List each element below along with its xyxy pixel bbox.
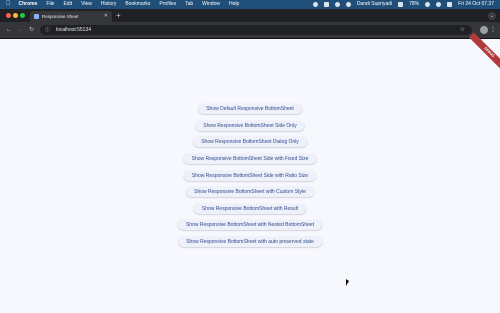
debug-banner: DEBUG bbox=[468, 32, 500, 73]
menu-tab[interactable]: Tab bbox=[185, 0, 193, 9]
show-side-only-button[interactable]: Show Responsive BottomSheet Side Only bbox=[195, 121, 305, 131]
headphones-icon[interactable] bbox=[334, 2, 340, 7]
bookmark-star-icon[interactable]: ☆ bbox=[460, 25, 465, 35]
tab-favicon-icon bbox=[34, 14, 39, 19]
menu-bookmarks[interactable]: Bookmarks bbox=[125, 0, 150, 9]
browser-tab-active[interactable]: Responsive Sheet ✕ bbox=[30, 11, 112, 22]
menu-help[interactable]: Help bbox=[229, 0, 239, 9]
tab-close-icon[interactable]: ✕ bbox=[104, 11, 108, 22]
show-auto-preserved-state-button[interactable]: Show Responsive BottomSheet with auto pr… bbox=[178, 237, 322, 247]
browser-toolbar: ← → ↻ ⓘ localhost:55134 ☆ ⋮ bbox=[0, 22, 500, 39]
menu-window[interactable]: Window bbox=[202, 0, 220, 9]
profile-avatar-icon[interactable] bbox=[480, 26, 488, 34]
new-tab-icon[interactable]: + bbox=[116, 10, 121, 22]
show-dialog-only-button[interactable]: Show Responsive BottomSheet Dialog Only bbox=[193, 137, 307, 147]
menu-edit[interactable]: Edit bbox=[63, 0, 72, 9]
menu-view[interactable]: View bbox=[81, 0, 92, 9]
menu-profiles[interactable]: Profiles bbox=[159, 0, 176, 9]
apple-menu-icon[interactable]:  bbox=[6, 0, 11, 9]
show-nested-bottomsheet-button[interactable]: Show Responsive BottomSheet with Nested … bbox=[177, 220, 323, 230]
search-icon[interactable] bbox=[436, 2, 442, 7]
menubar-datetime[interactable]: Fri 24 Oct 07.37 bbox=[458, 0, 494, 9]
window-close-button[interactable] bbox=[6, 13, 11, 18]
menu-history[interactable]: History bbox=[101, 0, 117, 9]
show-custom-style-button[interactable]: Show Responsive BottomSheet with Custom … bbox=[186, 187, 314, 197]
show-default-bottomsheet-button[interactable]: Show Default Responsive BottomSheet bbox=[198, 104, 302, 114]
page-content: DEBUG Show Default Responsive BottomShee… bbox=[0, 32, 500, 313]
site-info-icon[interactable]: ⓘ bbox=[45, 25, 50, 35]
mouse-cursor-icon bbox=[346, 279, 349, 286]
browser-menu-icon[interactable]: ⋮ bbox=[490, 22, 496, 38]
battery-percent: 78% bbox=[409, 1, 420, 7]
menu-app-name[interactable]: Chrome bbox=[19, 0, 38, 9]
macos-menu-bar:  Chrome File Edit View History Bookmark… bbox=[0, 0, 500, 9]
show-with-result-button[interactable]: Show Responsive BottomSheet with Result bbox=[193, 204, 307, 214]
control-center-icon[interactable] bbox=[447, 2, 453, 7]
tab-title: Responsive Sheet bbox=[42, 14, 79, 19]
browser-tab-strip: Responsive Sheet ✕ + ⌄ bbox=[0, 9, 500, 22]
tab-search-icon[interactable]: ⌄ bbox=[488, 12, 496, 20]
window-minimize-button[interactable] bbox=[13, 13, 18, 18]
show-side-fixed-size-button[interactable]: Show Responsive BottomSheet Side with Fi… bbox=[183, 154, 317, 164]
record-icon[interactable] bbox=[312, 2, 318, 7]
address-bar[interactable]: ⓘ localhost:55134 ☆ bbox=[40, 25, 472, 35]
show-side-ratio-size-button[interactable]: Show Responsive BottomSheet Side with Ra… bbox=[183, 171, 317, 181]
forward-arrow-icon[interactable]: → bbox=[17, 22, 23, 38]
address-url[interactable]: localhost:55134 bbox=[56, 25, 91, 35]
menubar-user-name[interactable]: Dandi Supriyadi bbox=[357, 0, 392, 9]
menu-file[interactable]: File bbox=[46, 0, 54, 9]
wifi-icon[interactable] bbox=[425, 2, 431, 7]
menubar-status-area: Dandi Supriyadi 78% Fri 24 Oct 07.37 bbox=[307, 0, 494, 9]
battery-icon[interactable] bbox=[398, 2, 404, 7]
window-zoom-button[interactable] bbox=[20, 13, 25, 18]
reload-icon[interactable]: ↻ bbox=[29, 22, 34, 38]
back-arrow-icon[interactable]: ← bbox=[6, 22, 12, 38]
keyboard-icon[interactable] bbox=[323, 2, 329, 7]
user-avatar-icon[interactable] bbox=[345, 2, 351, 7]
